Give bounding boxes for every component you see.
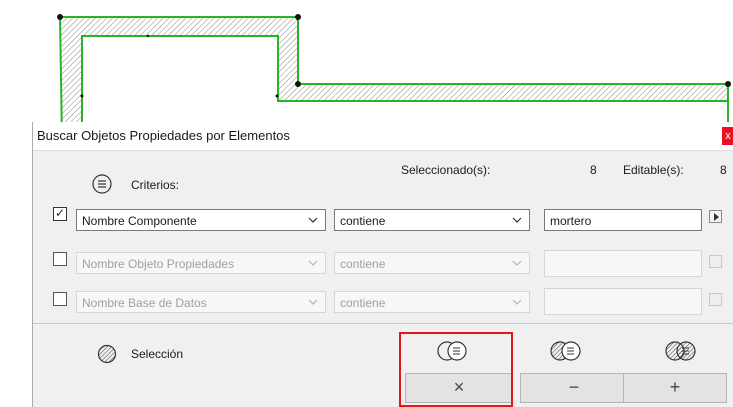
vertex-handle[interactable] [57,14,63,20]
chevron-down-icon [308,217,318,223]
subtract-selection-icon [550,341,581,361]
criterion-checkbox-2[interactable] [53,252,67,266]
value-picker-button-3[interactable] [709,293,722,306]
subtract-selection-button[interactable]: − [520,373,628,403]
checkmark-icon: ✓ [55,206,66,220]
close-button[interactable]: x [722,127,733,145]
criterion-checkbox-3[interactable] [53,292,67,306]
operator-select-1-value: contiene [340,214,386,228]
value-input-2[interactable] [544,250,702,277]
property-select-3-value: Nombre Base de Datos [82,296,207,310]
dialog-title: Buscar Objetos Propiedades por Elementos [37,128,290,143]
chevron-down-icon [308,260,318,266]
property-select-1[interactable]: Nombre Componente [76,209,326,231]
operator-select-3-value: contiene [340,296,386,310]
criteria-label: Criterios: [131,178,180,192]
section-divider [33,323,733,324]
selected-count: 8 [590,163,597,177]
criterion-checkbox-1[interactable]: ✓ [53,206,67,221]
operator-select-3[interactable]: contiene [334,291,530,313]
list-circle-icon [92,174,112,194]
value-picker-button-1[interactable] [709,210,722,223]
vertex-marker [146,34,150,38]
property-select-3[interactable]: Nombre Base de Datos [76,291,326,313]
vertex-handle[interactable] [725,81,731,87]
property-select-2-value: Nombre Objeto Propiedades [82,257,235,271]
operator-select-2[interactable]: contiene [334,252,530,274]
operator-select-1[interactable]: contiene [334,209,530,231]
vertex-handle[interactable] [295,81,301,87]
chevron-down-icon [512,260,522,266]
arrow-right-icon [714,213,719,221]
add-selection-icon [665,341,696,361]
editable-label: Editable(s): [623,163,684,177]
highlight-box [399,332,513,407]
chevron-down-icon [512,299,522,305]
find-properties-dialog: Buscar Objetos Propiedades por Elementos… [32,122,733,407]
selected-label: Seleccionado(s): [401,163,491,177]
property-select-1-value: Nombre Componente [82,214,197,228]
selection-label: Selección [131,347,184,361]
value-input-1[interactable]: mortero [544,209,702,231]
chevron-down-icon [308,299,318,305]
vertex-marker [275,94,279,98]
vertex-handle[interactable] [295,14,301,20]
editable-count: 8 [720,163,727,177]
chevron-down-icon [512,217,522,223]
hatch-icon [97,344,117,364]
value-input-3[interactable] [544,288,702,315]
operator-select-2-value: contiene [340,257,386,271]
property-select-2[interactable]: Nombre Objeto Propiedades [76,252,326,274]
value-input-1-text: mortero [550,214,592,228]
dialog-titlebar[interactable]: Buscar Objetos Propiedades por Elementos… [33,122,733,151]
value-picker-button-2[interactable] [709,255,722,268]
vertex-marker [80,94,84,98]
add-selection-button[interactable]: + [623,373,727,403]
